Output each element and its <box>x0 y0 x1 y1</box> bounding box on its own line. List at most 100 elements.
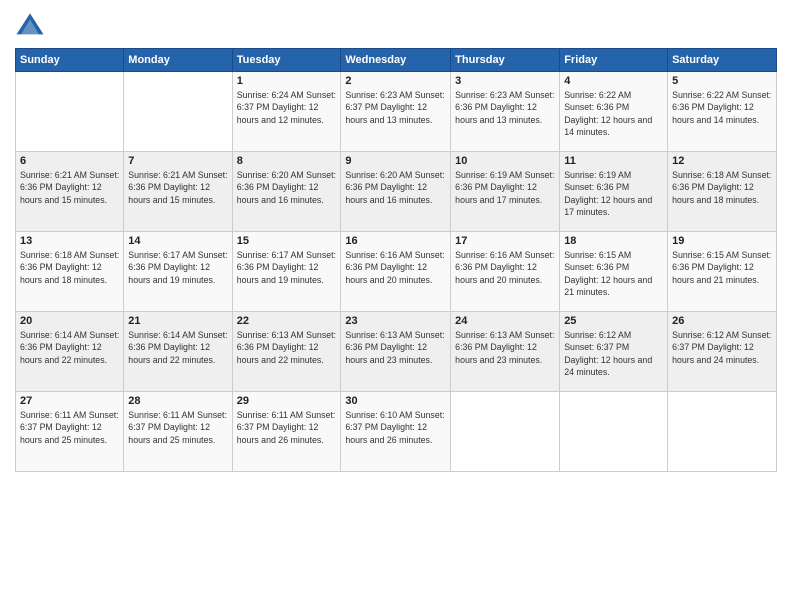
calendar-cell: 16 Sunrise: 6:16 AM Sunset: 6:36 PM Dayli… <box>341 232 451 312</box>
day-number: 8 <box>237 155 337 167</box>
calendar-cell: 24 Sunrise: 6:13 AM Sunset: 6:36 PM Dayli… <box>451 312 560 392</box>
calendar-cell <box>451 392 560 472</box>
calendar-week-row: 1Sunrise: 6:24 AM Sunset: 6:37 PM Daylig… <box>16 72 777 152</box>
weekday-header: Friday <box>560 49 668 72</box>
day-info: Sunrise: 6:20 AM Sunset: 6:36 PM Dayligh… <box>237 169 337 206</box>
day-number: 15 <box>237 235 337 247</box>
day-number: 30 <box>345 395 446 407</box>
day-number: 27 <box>20 395 119 407</box>
day-info: Sunrise: 6:22 AM Sunset: 6:36 PM Dayligh… <box>672 89 772 126</box>
calendar-cell: 21 Sunrise: 6:14 AM Sunset: 6:36 PM Dayli… <box>124 312 232 392</box>
day-info: Sunrise: 6:16 AM Sunset: 6:36 PM Dayligh… <box>455 249 555 286</box>
day-info: Sunrise: 6:17 AM Sunset: 6:36 PM Dayligh… <box>128 249 227 286</box>
day-number: 17 <box>455 235 555 247</box>
calendar-cell: 13 Sunrise: 6:18 AM Sunset: 6:36 PM Dayli… <box>16 232 124 312</box>
calendar-cell <box>560 392 668 472</box>
calendar-cell: 9 Sunrise: 6:20 AM Sunset: 6:36 PM Daylig… <box>341 152 451 232</box>
weekday-header: Monday <box>124 49 232 72</box>
day-info: Sunrise: 6:11 AM Sunset: 6:37 PM Dayligh… <box>237 409 337 446</box>
calendar-cell: 11Sunrise: 6:19 AM Sunset: 6:36 PM Dayli… <box>560 152 668 232</box>
calendar-cell: 29 Sunrise: 6:11 AM Sunset: 6:37 PM Dayli… <box>232 392 341 472</box>
day-number: 5 <box>672 75 772 87</box>
day-number: 11 <box>564 155 663 167</box>
day-number: 13 <box>20 235 119 247</box>
calendar-week-row: 20 Sunrise: 6:14 AM Sunset: 6:36 PM Dayli… <box>16 312 777 392</box>
logo <box>15 10 49 40</box>
calendar-cell <box>16 72 124 152</box>
day-info: Sunrise: 6:15 AM Sunset: 6:36 PM Dayligh… <box>672 249 772 286</box>
day-info: Sunrise: 6:11 AM Sunset: 6:37 PM Dayligh… <box>20 409 119 446</box>
day-info: Sunrise: 6:11 AM Sunset: 6:37 PM Dayligh… <box>128 409 227 446</box>
day-info: Sunrise: 6:19 AM Sunset: 6:36 PM Dayligh… <box>455 169 555 206</box>
day-number: 26 <box>672 315 772 327</box>
day-info: Sunrise: 6:18 AM Sunset: 6:36 PM Dayligh… <box>20 249 119 286</box>
weekday-header: Tuesday <box>232 49 341 72</box>
calendar-cell: 18 Sunrise: 6:15 AM Sunset: 6:36 PM Dayli… <box>560 232 668 312</box>
calendar-cell: 5 Sunrise: 6:22 AM Sunset: 6:36 PM Daylig… <box>668 72 777 152</box>
day-info: Sunrise: 6:12 AM Sunset: 6:37 PM Dayligh… <box>564 329 663 378</box>
day-number: 2 <box>345 75 446 87</box>
calendar-cell: 15 Sunrise: 6:17 AM Sunset: 6:36 PM Dayli… <box>232 232 341 312</box>
day-number: 9 <box>345 155 446 167</box>
page: SundayMondayTuesdayWednesdayThursdayFrid… <box>0 0 792 612</box>
day-info: Sunrise: 6:13 AM Sunset: 6:36 PM Dayligh… <box>345 329 446 366</box>
day-number: 3 <box>455 75 555 87</box>
day-info: Sunrise: 6:16 AM Sunset: 6:36 PM Dayligh… <box>345 249 446 286</box>
calendar-cell: 10 Sunrise: 6:19 AM Sunset: 6:36 PM Dayli… <box>451 152 560 232</box>
day-number: 14 <box>128 235 227 247</box>
day-info: Sunrise: 6:13 AM Sunset: 6:36 PM Dayligh… <box>237 329 337 366</box>
day-number: 7 <box>128 155 227 167</box>
day-info: Sunrise: 6:13 AM Sunset: 6:36 PM Dayligh… <box>455 329 555 366</box>
day-info: Sunrise: 6:12 AM Sunset: 6:37 PM Dayligh… <box>672 329 772 366</box>
calendar-cell: 19 Sunrise: 6:15 AM Sunset: 6:36 PM Dayli… <box>668 232 777 312</box>
calendar-table: SundayMondayTuesdayWednesdayThursdayFrid… <box>15 48 777 472</box>
calendar-cell: 20 Sunrise: 6:14 AM Sunset: 6:36 PM Dayli… <box>16 312 124 392</box>
calendar-cell: 7Sunrise: 6:21 AM Sunset: 6:36 PM Daylig… <box>124 152 232 232</box>
day-info: Sunrise: 6:15 AM Sunset: 6:36 PM Dayligh… <box>564 249 663 298</box>
calendar-cell: 6 Sunrise: 6:21 AM Sunset: 6:36 PM Daylig… <box>16 152 124 232</box>
day-number: 25 <box>564 315 663 327</box>
header <box>15 10 777 40</box>
day-number: 24 <box>455 315 555 327</box>
day-info: Sunrise: 6:10 AM Sunset: 6:37 PM Dayligh… <box>345 409 446 446</box>
calendar-cell: 1Sunrise: 6:24 AM Sunset: 6:37 PM Daylig… <box>232 72 341 152</box>
day-number: 29 <box>237 395 337 407</box>
day-number: 19 <box>672 235 772 247</box>
calendar-cell: 25 Sunrise: 6:12 AM Sunset: 6:37 PM Dayli… <box>560 312 668 392</box>
day-info: Sunrise: 6:23 AM Sunset: 6:36 PM Dayligh… <box>455 89 555 126</box>
day-number: 4 <box>564 75 663 87</box>
calendar-cell: 2 Sunrise: 6:23 AM Sunset: 6:37 PM Daylig… <box>341 72 451 152</box>
calendar-cell: 28 Sunrise: 6:11 AM Sunset: 6:37 PM Dayli… <box>124 392 232 472</box>
day-number: 22 <box>237 315 337 327</box>
logo-icon <box>15 10 45 40</box>
day-info: Sunrise: 6:14 AM Sunset: 6:36 PM Dayligh… <box>128 329 227 366</box>
weekday-header: Thursday <box>451 49 560 72</box>
weekday-header: Wednesday <box>341 49 451 72</box>
calendar-week-row: 27 Sunrise: 6:11 AM Sunset: 6:37 PM Dayli… <box>16 392 777 472</box>
calendar-week-row: 13 Sunrise: 6:18 AM Sunset: 6:36 PM Dayli… <box>16 232 777 312</box>
day-number: 6 <box>20 155 119 167</box>
calendar-cell: 26 Sunrise: 6:12 AM Sunset: 6:37 PM Dayli… <box>668 312 777 392</box>
day-number: 21 <box>128 315 227 327</box>
calendar-cell: 30 Sunrise: 6:10 AM Sunset: 6:37 PM Dayli… <box>341 392 451 472</box>
calendar-cell <box>124 72 232 152</box>
day-info: Sunrise: 6:17 AM Sunset: 6:36 PM Dayligh… <box>237 249 337 286</box>
day-number: 20 <box>20 315 119 327</box>
day-number: 28 <box>128 395 227 407</box>
day-info: Sunrise: 6:24 AM Sunset: 6:37 PM Dayligh… <box>237 89 337 126</box>
day-number: 10 <box>455 155 555 167</box>
calendar-cell: 4Sunrise: 6:22 AM Sunset: 6:36 PM Daylig… <box>560 72 668 152</box>
day-info: Sunrise: 6:21 AM Sunset: 6:36 PM Dayligh… <box>20 169 119 206</box>
calendar-cell: 23 Sunrise: 6:13 AM Sunset: 6:36 PM Dayli… <box>341 312 451 392</box>
day-number: 16 <box>345 235 446 247</box>
day-info: Sunrise: 6:18 AM Sunset: 6:36 PM Dayligh… <box>672 169 772 206</box>
day-info: Sunrise: 6:23 AM Sunset: 6:37 PM Dayligh… <box>345 89 446 126</box>
day-number: 12 <box>672 155 772 167</box>
calendar-cell: 12 Sunrise: 6:18 AM Sunset: 6:36 PM Dayli… <box>668 152 777 232</box>
calendar-header-row: SundayMondayTuesdayWednesdayThursdayFrid… <box>16 49 777 72</box>
day-number: 23 <box>345 315 446 327</box>
calendar-cell: 27 Sunrise: 6:11 AM Sunset: 6:37 PM Dayli… <box>16 392 124 472</box>
day-info: Sunrise: 6:14 AM Sunset: 6:36 PM Dayligh… <box>20 329 119 366</box>
day-info: Sunrise: 6:20 AM Sunset: 6:36 PM Dayligh… <box>345 169 446 206</box>
day-number: 18 <box>564 235 663 247</box>
